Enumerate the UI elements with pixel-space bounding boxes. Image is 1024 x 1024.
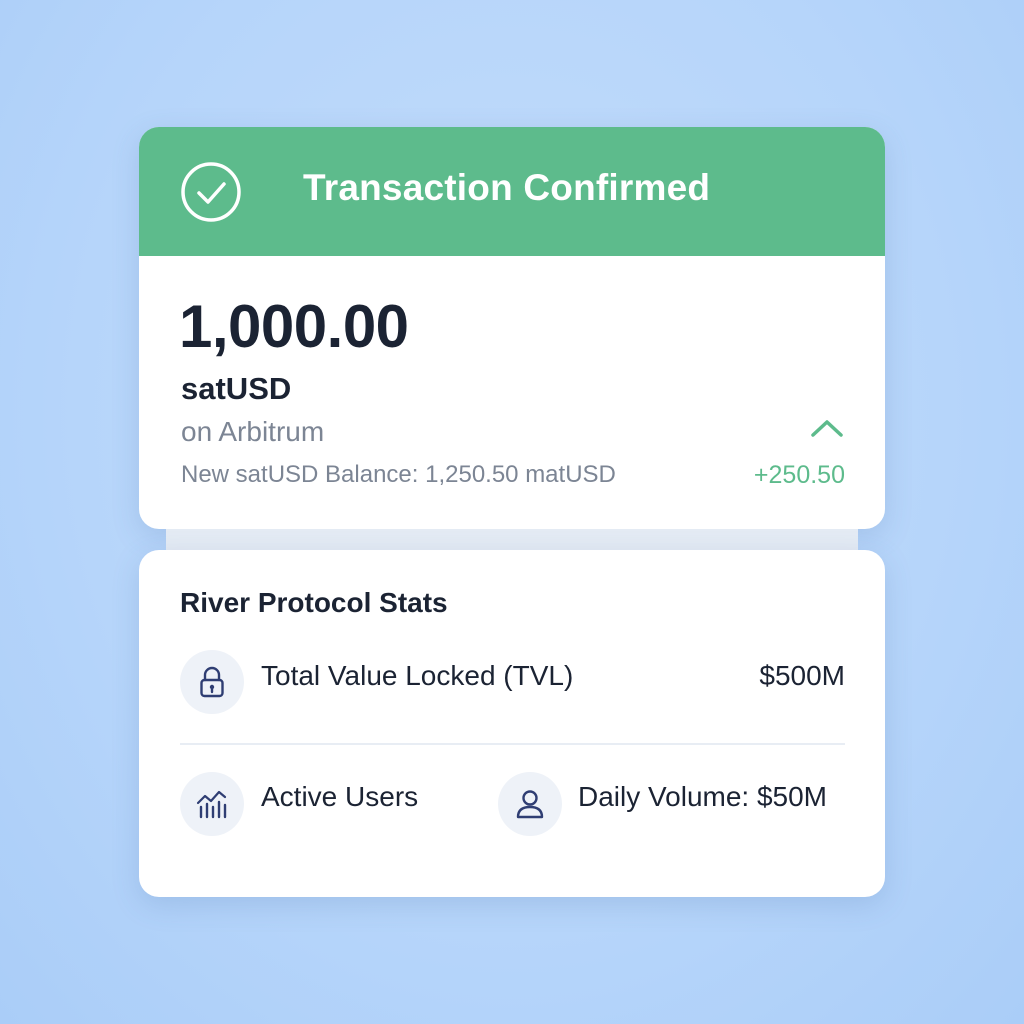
user-icon	[516, 790, 544, 819]
check-circle-icon	[181, 162, 241, 222]
stats-divider	[180, 743, 845, 745]
lock-icon	[200, 666, 224, 698]
network-label: on Arbitrum	[181, 416, 325, 447]
active-users-label: Active Users	[261, 781, 419, 812]
daily-volume-label: Daily Volume: $50M	[578, 781, 828, 812]
tvl-icon-badge	[180, 650, 244, 714]
daily-volume-icon-badge	[498, 772, 562, 836]
tvl-value: $500M	[759, 660, 845, 691]
transaction-amount: 1,000.00	[179, 293, 409, 360]
transaction-card: Transaction Confirmed 1,000.00 satUSD on…	[139, 127, 885, 529]
transaction-title: Transaction Confirmed	[303, 167, 711, 208]
balance-delta: +250.50	[753, 461, 845, 489]
active-users-icon-badge	[180, 772, 244, 836]
protocol-stats-card: River Protocol Stats Total Value Locked …	[139, 550, 885, 897]
chevron-up-icon[interactable]	[809, 413, 845, 441]
chart-icon	[196, 790, 227, 819]
token-symbol: satUSD	[181, 371, 292, 406]
new-balance-text: New satUSD Balance: 1,250.50 matUSD	[181, 461, 616, 488]
tvl-label: Total Value Locked (TVL)	[261, 660, 574, 691]
transaction-header: Transaction Confirmed	[139, 127, 885, 256]
stats-title: River Protocol Stats	[180, 587, 448, 618]
